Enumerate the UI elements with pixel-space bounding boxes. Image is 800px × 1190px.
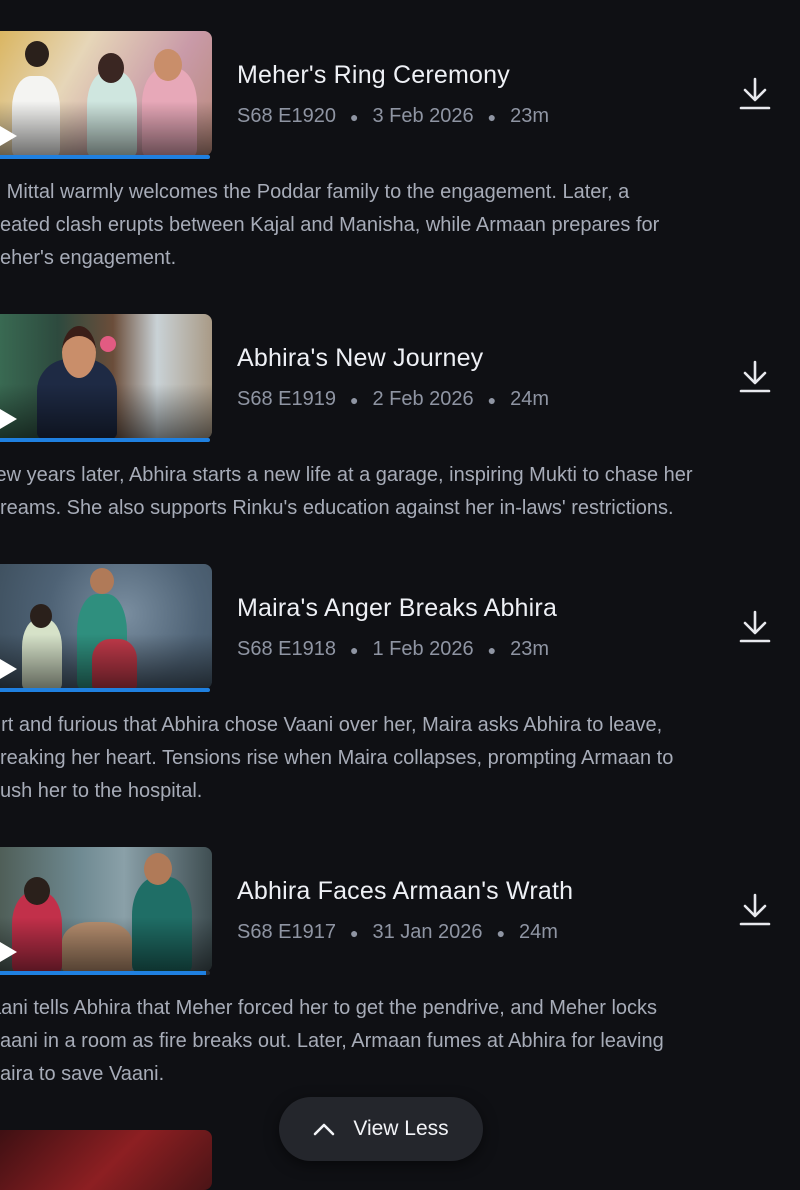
download-icon[interactable] xyxy=(738,359,772,395)
episode-description: r. Mittal warmly welcomes the Poddar fam… xyxy=(0,176,790,275)
description-line: few years later, Abhira starts a new lif… xyxy=(0,464,693,486)
description-line: ush her to the hospital. xyxy=(0,780,203,802)
play-icon[interactable] xyxy=(0,409,17,429)
episode-date: 31 Jan 2026 xyxy=(372,921,483,943)
episode-date: 2 Feb 2026 xyxy=(372,388,474,410)
separator-dot: ● xyxy=(349,108,359,125)
description-line: urt and furious that Abhira chose Vaani … xyxy=(0,714,663,736)
view-less-label: View Less xyxy=(353,1117,449,1140)
watch-progress-bar xyxy=(0,155,210,159)
episode-duration: 23m xyxy=(510,105,550,127)
watch-progress-bar xyxy=(0,688,210,692)
episode-thumbnail[interactable] xyxy=(0,314,212,439)
episode-meta: S68 E1918 ● 1 Feb 2026 ● 23m xyxy=(237,638,549,661)
description-line: eher's engagement. xyxy=(0,247,177,269)
view-less-button[interactable]: View Less xyxy=(279,1097,483,1161)
description-line: aani in a room as fire breaks out. Later… xyxy=(0,1030,664,1052)
episode-date: 3 Feb 2026 xyxy=(372,105,474,127)
separator-dot: ● xyxy=(349,391,359,408)
description-line: r. Mittal warmly welcomes the Poddar fam… xyxy=(0,181,630,203)
episode-code: S68 E1919 xyxy=(237,388,336,410)
episode-thumbnail[interactable] xyxy=(0,847,212,972)
play-icon[interactable] xyxy=(0,942,17,962)
episode-title: Meher's Ring Ceremony xyxy=(237,61,510,89)
play-icon[interactable] xyxy=(0,659,17,679)
episode-title: Abhira Faces Armaan's Wrath xyxy=(237,877,574,905)
separator-dot: ● xyxy=(487,108,497,125)
download-icon[interactable] xyxy=(738,76,772,112)
description-line: eated clash erupts between Kajal and Man… xyxy=(0,214,660,236)
description-line: reaking her heart. Tensions rise when Ma… xyxy=(0,747,674,769)
description-line: aani tells Abhira that Meher forced her … xyxy=(0,997,658,1019)
episode-title: Abhira's New Journey xyxy=(237,344,484,372)
watch-progress-bar xyxy=(0,438,210,442)
episode-duration: 24m xyxy=(519,921,558,943)
episode-duration: 24m xyxy=(510,388,550,410)
episode-meta: S68 E1917 ● 31 Jan 2026 ● 24m xyxy=(237,921,558,944)
watch-progress-bar xyxy=(0,971,210,975)
download-icon[interactable] xyxy=(738,892,772,928)
episode-duration: 23m xyxy=(510,638,550,660)
episode-date: 1 Feb 2026 xyxy=(372,638,474,660)
separator-dot: ● xyxy=(496,924,506,941)
episode-thumbnail-partial[interactable] xyxy=(0,1130,212,1190)
play-icon[interactable] xyxy=(0,126,17,146)
separator-dot: ● xyxy=(487,391,497,408)
episode-thumbnail[interactable] xyxy=(0,564,212,689)
episode-meta: S68 E1920 ● 3 Feb 2026 ● 23m xyxy=(237,105,549,128)
description-line: reams. She also supports Rinku's educati… xyxy=(0,497,674,519)
episode-description: few years later, Abhira starts a new lif… xyxy=(0,459,790,525)
separator-dot: ● xyxy=(487,641,497,658)
episode-code: S68 E1920 xyxy=(237,105,336,127)
episode-meta: S68 E1919 ● 2 Feb 2026 ● 24m xyxy=(237,388,549,411)
episode-thumbnail[interactable] xyxy=(0,31,212,156)
episode-description: aani tells Abhira that Meher forced her … xyxy=(0,992,790,1091)
chevron-up-icon xyxy=(314,1123,335,1136)
description-line: aira to save Vaani. xyxy=(0,1063,165,1085)
episode-code: S68 E1918 xyxy=(237,638,336,660)
download-icon[interactable] xyxy=(738,609,772,645)
episode-title: Maira's Anger Breaks Abhira xyxy=(237,594,558,622)
separator-dot: ● xyxy=(349,924,359,941)
episode-code: S68 E1917 xyxy=(237,921,336,943)
episode-description: urt and furious that Abhira chose Vaani … xyxy=(0,709,790,808)
separator-dot: ● xyxy=(349,641,359,658)
